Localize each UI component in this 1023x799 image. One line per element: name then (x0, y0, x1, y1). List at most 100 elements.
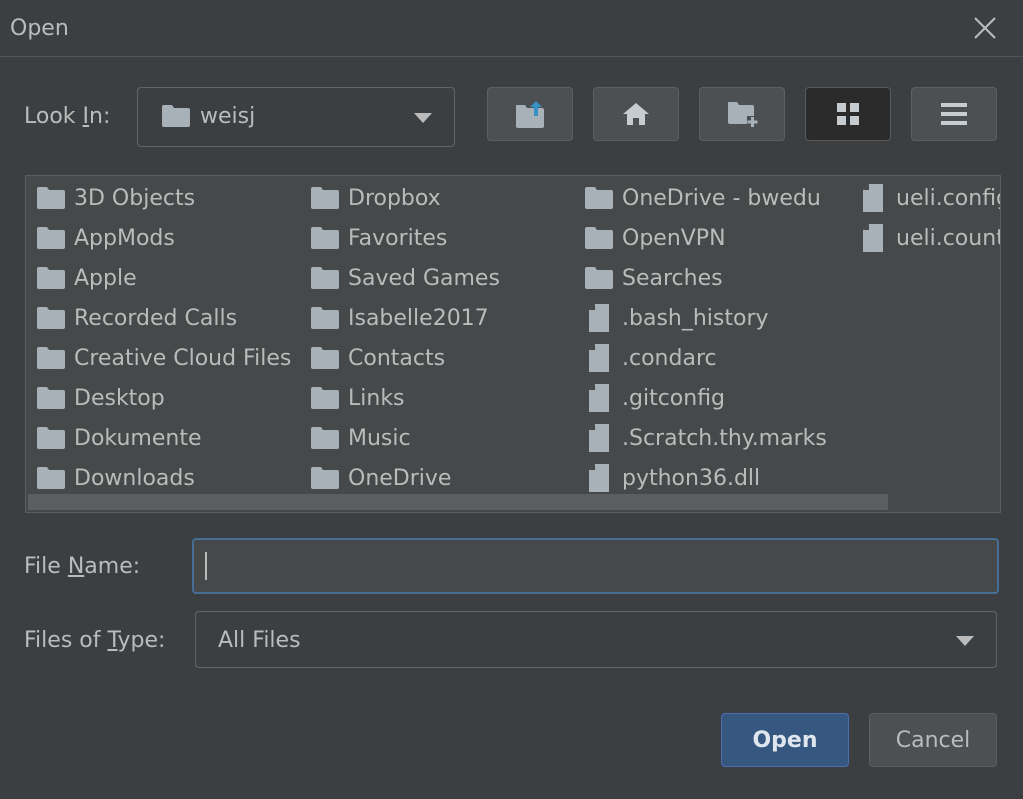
file-icon (584, 384, 614, 412)
folder-item[interactable]: Dokumente (36, 420, 201, 456)
file-icon (858, 224, 888, 252)
folder-icon (36, 305, 66, 331)
folder-icon (310, 185, 340, 211)
file-item[interactable]: ueli.count (858, 220, 1001, 256)
folder-icon (310, 305, 340, 331)
item-label: Dokumente (74, 425, 202, 451)
folder-icon (162, 105, 190, 127)
folder-icon (310, 345, 340, 371)
file-name-label-text: File (24, 554, 68, 579)
item-label: Saved Games (348, 265, 500, 291)
folder-item[interactable]: Isabelle2017 (310, 300, 489, 336)
folder-item[interactable]: Downloads (36, 460, 195, 496)
file-list[interactable]: 3D Objects AppMods Apple Recorded Calls Crea… (25, 175, 1001, 513)
folder-icon (310, 385, 340, 411)
folder-item[interactable]: 3D Objects (36, 180, 195, 216)
folder-item[interactable]: Dropbox (310, 180, 441, 216)
folder-item[interactable]: Creative Cloud Files (36, 340, 291, 376)
item-label: AppMods (74, 225, 175, 251)
look-in-label-text: Look (24, 104, 83, 129)
file-icon (584, 304, 614, 332)
grid-view-button[interactable] (805, 87, 891, 141)
item-label: .gitconfig (622, 385, 726, 411)
open-button[interactable]: Open (721, 713, 849, 767)
folder-icon (36, 265, 66, 291)
files-of-type-mnemonic: T (107, 628, 118, 653)
title-bar: Open (0, 0, 1023, 57)
folder-icon (36, 345, 66, 371)
folder-item[interactable]: Recorded Calls (36, 300, 237, 336)
folder-item[interactable]: Searches (584, 260, 723, 296)
file-icon (584, 464, 614, 492)
folder-icon (584, 265, 614, 291)
folder-item[interactable]: AppMods (36, 220, 175, 256)
file-name-input[interactable] (194, 540, 997, 592)
file-item[interactable]: .condarc (584, 340, 717, 376)
folder-item[interactable]: OneDrive (310, 460, 451, 496)
item-label: python36.dll (622, 465, 761, 491)
look-in-dropdown[interactable]: weisj (137, 87, 455, 147)
close-icon (974, 17, 996, 39)
item-label: Desktop (74, 385, 165, 411)
folder-item[interactable]: OpenVPN (584, 220, 726, 256)
folder-icon (36, 425, 66, 451)
close-button[interactable] (969, 12, 1001, 44)
item-label: 3D Objects (74, 185, 196, 211)
item-label: ueli.count (896, 225, 1001, 251)
horizontal-scrollbar[interactable] (28, 494, 888, 510)
folder-icon (36, 465, 66, 491)
folder-item[interactable]: Favorites (310, 220, 447, 256)
folder-icon (310, 465, 340, 491)
look-in-label-suffix: n: (89, 104, 111, 129)
home-button[interactable] (593, 87, 679, 141)
new-folder-icon (728, 102, 758, 127)
item-label: ueli.config (896, 185, 1001, 211)
file-icon (858, 184, 888, 212)
files-of-type-label-suffix: ype: (117, 628, 166, 653)
item-label: .condarc (622, 345, 717, 371)
folder-icon (310, 425, 340, 451)
folder-item[interactable]: Links (310, 380, 405, 416)
file-item[interactable]: .Scratch.thy.marks (584, 420, 827, 456)
item-label: .bash_history (622, 305, 769, 331)
folder-item[interactable]: OneDrive - bwedu (584, 180, 821, 216)
item-label: OneDrive - bwedu (622, 185, 821, 211)
item-label: Creative Cloud Files (74, 345, 292, 371)
folder-item[interactable]: Saved Games (310, 260, 500, 296)
folder-item[interactable]: Music (310, 420, 411, 456)
files-of-type-value: All Files (218, 628, 301, 653)
file-icon (584, 344, 614, 372)
folder-icon (36, 225, 66, 251)
up-folder-icon (516, 101, 544, 128)
files-of-type-dropdown[interactable]: All Files (195, 611, 997, 668)
files-of-type-label-text: Files of (24, 628, 108, 653)
folder-item[interactable]: Apple (36, 260, 137, 296)
item-label: Searches (622, 265, 723, 291)
item-label: Contacts (348, 345, 446, 371)
chevron-down-icon (414, 113, 432, 123)
item-label: Favorites (348, 225, 448, 251)
item-label: Dropbox (348, 185, 441, 211)
grid-view-icon (837, 103, 859, 125)
cancel-button[interactable]: Cancel (869, 713, 997, 767)
folder-icon (584, 225, 614, 251)
new-folder-button[interactable] (699, 87, 785, 141)
file-item[interactable]: .gitconfig (584, 380, 725, 416)
up-one-level-button[interactable] (487, 87, 573, 141)
file-name-field[interactable] (192, 538, 999, 594)
list-view-icon (941, 103, 967, 125)
chevron-down-icon (956, 636, 974, 646)
list-view-button[interactable] (911, 87, 997, 141)
look-in-label: Look In: (24, 104, 110, 129)
file-item[interactable]: ueli.config (858, 180, 1001, 216)
file-name-label: File Name: (24, 554, 140, 579)
folder-item[interactable]: Desktop (36, 380, 165, 416)
item-label: Links (348, 385, 405, 411)
item-label: Music (348, 425, 411, 451)
folder-icon (310, 265, 340, 291)
file-item[interactable]: python36.dll (584, 460, 760, 496)
look-in-value: weisj (200, 104, 256, 129)
home-icon (623, 103, 649, 125)
folder-item[interactable]: Contacts (310, 340, 445, 376)
file-item[interactable]: .bash_history (584, 300, 769, 336)
